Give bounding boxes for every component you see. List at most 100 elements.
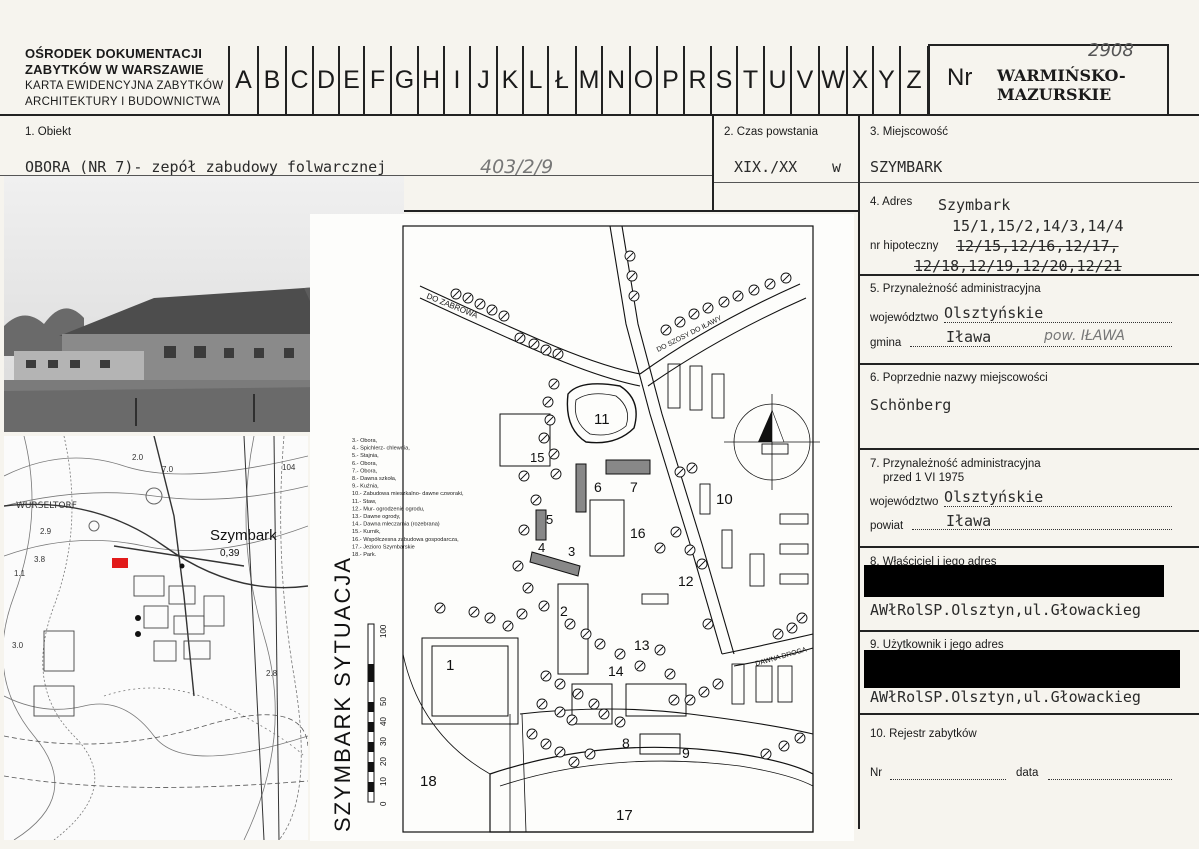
topo-spot-4: 2.9	[40, 527, 52, 536]
topo-spot-8: 2.8	[266, 669, 278, 678]
institution-name-1: OŚRODEK DOKUMENTACJI	[25, 46, 203, 61]
index-letter-16: P	[656, 46, 683, 114]
legend-entry: 3.- Obora,	[352, 438, 378, 444]
index-letter-22: W	[818, 46, 846, 114]
index-letter-13: M	[575, 46, 601, 114]
index-letter-0: A	[228, 46, 257, 114]
index-letter-1: B	[257, 46, 285, 114]
alphabet-index: ABCDEFGHIJKLŁMNOPRSTUVWXYZ	[228, 46, 929, 114]
site-plan-vertical-title: SZYMBARK SYTUACJA	[330, 556, 355, 832]
rejestr-label: 10. Rejestr zabytków	[870, 728, 977, 740]
miejscowosc-label: 3. Miejscowość	[870, 126, 948, 138]
scale-tick-50: 50	[379, 697, 388, 706]
index-letter-10: K	[496, 46, 522, 114]
rule-under-czas	[404, 210, 858, 212]
plan-number: 4	[538, 540, 545, 555]
rule-8	[860, 630, 1199, 632]
index-letter-14: N	[601, 46, 629, 114]
topo-map-drawing: WURSELTORF Szymbark 0,39 2.0 7.0 104 2.9…	[4, 436, 308, 840]
gmina-label: gmina	[870, 337, 902, 349]
index-letter-2: C	[285, 46, 312, 114]
index-letter-8: I	[443, 46, 469, 114]
rule-5	[860, 363, 1199, 365]
index-letter-4: E	[338, 46, 363, 114]
przed1975-label2: przed 1 VI 1975	[883, 472, 965, 484]
plan-number: 3	[568, 544, 575, 559]
index-letter-17: R	[683, 46, 710, 114]
topo-ul-label: WURSELTORF	[16, 501, 77, 511]
plan-number: 11	[594, 411, 610, 428]
plan-number: 10	[716, 491, 733, 508]
plan-number: 1	[446, 657, 454, 674]
obiekt-label: 1. Obiekt	[25, 126, 72, 138]
divider-right-column	[858, 114, 860, 829]
plan-number: 2	[560, 603, 568, 619]
index-letter-3: D	[312, 46, 338, 114]
scale-tick-30: 30	[379, 737, 388, 746]
topo-elev-label: 0,39	[220, 548, 240, 559]
czas-value: XIX./XX	[734, 158, 798, 176]
rule-6	[860, 448, 1199, 450]
index-letter-18: S	[710, 46, 736, 114]
legend-entry: 12.- Mur- ogrodzenie ogrodu,	[352, 506, 425, 512]
plan-number: 17	[616, 807, 633, 824]
index-letter-25: Z	[899, 46, 927, 114]
wlasciciel-value: AWłRolSP.Olsztyn,ul.Głowackieg	[870, 601, 1141, 619]
scale-tick-100: 100	[379, 624, 388, 638]
plan-number: 8	[622, 735, 630, 751]
topo-spot-6: 1.1	[14, 569, 26, 578]
topographic-map: WURSELTORF Szymbark 0,39 2.0 7.0 104 2.9…	[4, 436, 308, 840]
site-plan-drawing: SZYMBARK SYTUACJA 0 10 20 30 40 50 100 3…	[310, 214, 854, 841]
legend-entry: 14.- Dawna mleczarnia (rozebrana)	[352, 522, 440, 528]
card-type-1: KARTA EWIDENCYJNA ZABYTKÓW	[25, 80, 224, 92]
nr-label: Nr	[947, 64, 973, 91]
obiekt-value: OBORA (NR 7)- zepół zabudowy folwarcznej	[25, 158, 387, 176]
header-rule	[0, 114, 1199, 116]
legend-entry: 18.- Park.	[352, 552, 377, 558]
scale-tick-40: 40	[379, 717, 388, 726]
legend-entry: 6.- Obora,	[352, 461, 378, 467]
przed1975-woj-value: Olsztyńskie	[944, 488, 1172, 507]
scale-tick-10: 10	[379, 777, 388, 786]
legend-entry: 17.- Jezioro Szymbarskie	[352, 544, 415, 550]
hipoteczny-label: nr hipoteczny	[870, 240, 939, 252]
building-6	[575, 463, 587, 513]
legend-entry: 16.- Współczesna zabudowa gospodarcza,	[352, 537, 459, 543]
divider-obiekt	[712, 114, 714, 210]
uzytkownik-value: AWłRolSP.Olsztyn,ul.Głowackieg	[870, 688, 1141, 706]
site-plan: SZYMBARK SYTUACJA 0 10 20 30 40 50 100 3…	[310, 214, 854, 841]
gmina-value: Iława	[946, 328, 992, 346]
obiekt-handwritten: 403/2/9	[480, 156, 554, 178]
topo-spot-1: 2.0	[132, 453, 144, 462]
hipoteczny-line1: 12/15,12/16,12/17,	[956, 237, 1119, 255]
rule-czas	[714, 182, 858, 183]
index-letter-24: Y	[872, 46, 899, 114]
czas-label: 2. Czas powstania	[724, 126, 818, 138]
index-letter-6: G	[390, 46, 417, 114]
redaction-user	[864, 650, 1180, 688]
legend-entry: 15.- Kurnik,	[352, 529, 381, 535]
scale-tick-0: 0	[379, 801, 388, 806]
region-stamp: WARMIŃSKO- MAZURSKIE	[997, 66, 1126, 104]
plan-number: 14	[608, 663, 624, 679]
topo-spot-5: 3.8	[34, 555, 46, 564]
przynaleznosc-label: 5. Przynależność administracyjna	[870, 283, 1041, 295]
index-letter-7: H	[417, 46, 443, 114]
highlighted-building	[112, 558, 128, 568]
poprzednie-label: 6. Poprzednie nazwy miejscowości	[870, 372, 1048, 384]
miejscowosc-value: SZYMBARK	[870, 158, 943, 176]
adres-line2: 15/1,15/2,14/3,14/4	[952, 217, 1124, 235]
wojewodztwo-value: Olsztyńskie	[944, 304, 1172, 323]
plan-number: 18	[420, 773, 437, 790]
index-letter-20: U	[763, 46, 790, 114]
przed1975-label: 7. Przynależność administracyjna	[870, 458, 1041, 470]
legend-entry: 13.- Dawne ogrody,	[352, 514, 401, 520]
inventory-number: 2908	[1088, 40, 1134, 61]
index-letter-11: L	[522, 46, 547, 114]
gmina-handwritten: pow. IŁAWA	[1044, 328, 1125, 344]
topo-spot-7: 3.0	[12, 641, 24, 650]
institution-name-2: ZABYTKÓW W WARSZAWIE	[25, 62, 204, 77]
rejestr-data-dotline	[1048, 778, 1172, 780]
card-type-2: ARCHITEKTURY I BUDOWNICTWA	[25, 96, 221, 108]
topo-spot-2: 7.0	[162, 465, 174, 474]
